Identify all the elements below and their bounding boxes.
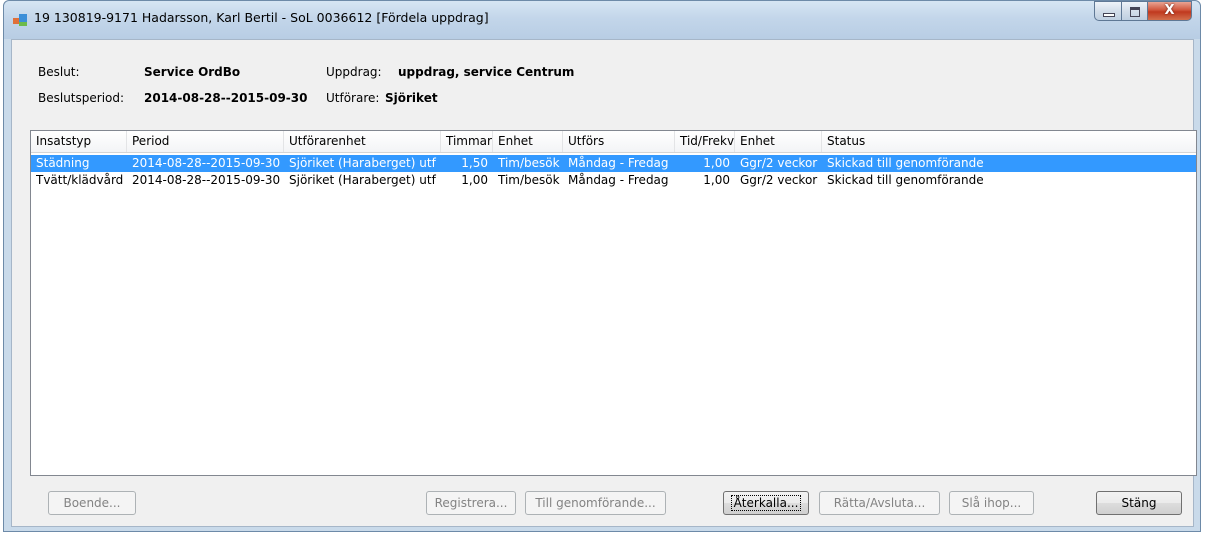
beslut-value: Service OrdBo [144,65,241,79]
uppdrag-label: Uppdrag: [326,65,382,79]
column-header-utforarenhet[interactable]: Utförarenhet [284,131,441,152]
uppdrag-value: uppdrag, service Centrum [398,65,575,79]
table-cell: Ggr/2 veckor [740,156,818,170]
utforare-label: Utförare: [326,91,380,105]
registrera-button[interactable]: Registrera... [426,491,516,515]
list-header: Insatstyp Period Utförarenhet Timmar Enh… [31,131,1196,153]
table-cell: Skickad till genomförande [827,173,984,187]
table-cell: 1,50 [461,156,488,170]
table-cell: 2014-08-28--2015-09-30 [132,173,281,187]
window-title: 19 130819-9171 Hadarsson, Karl Bertil - … [34,10,489,25]
table-cell: Tvätt/klädvård [36,173,124,187]
table-cell: Sjöriket (Haraberget) utf [289,156,436,170]
column-header-tid-frekv[interactable]: Tid/Frekv [675,131,735,152]
beslutsperiod-label: Beslutsperiod: [38,91,125,105]
table-row[interactable]: Städning 2014-08-28--2015-09-30 Sjöriket… [31,155,1196,172]
sla-ihop-button[interactable]: Slå ihop... [949,491,1034,515]
column-header-insatstyp[interactable]: Insatstyp [31,131,127,152]
column-header-enhet-2[interactable]: Enhet [735,131,822,152]
beslutsperiod-value: 2014-08-28--2015-09-30 [144,91,308,105]
boende-button[interactable]: Boende... [48,491,136,515]
table-cell: 2014-08-28--2015-09-30 [132,156,281,170]
assignment-list[interactable]: Insatstyp Period Utförarenhet Timmar Enh… [30,130,1197,476]
maximize-icon[interactable] [1121,1,1147,21]
table-cell: Skickad till genomförande [827,156,984,170]
app-icon[interactable] [13,14,27,26]
table-cell: Måndag - Fredag [568,156,669,170]
column-header-period[interactable]: Period [127,131,284,152]
table-cell: Tim/besök [498,156,560,170]
table-cell: Tim/besök [498,173,560,187]
column-header-enhet[interactable]: Enhet [493,131,563,152]
beslut-label: Beslut: [38,65,80,79]
table-cell: Måndag - Fredag [568,173,669,187]
table-cell: Städning [36,156,90,170]
table-cell: 1,00 [461,173,488,187]
caption-buttons: X [1094,1,1192,21]
till-genomforande-button[interactable]: Till genomförande... [525,491,666,515]
minimize-icon[interactable] [1094,1,1121,21]
close-icon[interactable]: X [1147,1,1192,21]
column-header-status[interactable]: Status [822,131,1196,152]
title-bar[interactable]: 19 130819-9171 Hadarsson, Karl Bertil - … [4,1,1200,39]
stang-button[interactable]: Stäng [1096,491,1182,515]
utforare-value: Sjöriket [385,91,438,105]
table-cell: 1,00 [703,156,730,170]
table-cell: 1,00 [703,173,730,187]
column-header-utfors[interactable]: Utförs [563,131,675,152]
aterkalla-button[interactable]: Återkalla... [723,491,809,515]
ratta-avsluta-button[interactable]: Rätta/Avsluta... [819,491,940,515]
table-cell: Sjöriket (Haraberget) utf [289,173,436,187]
column-header-timmar[interactable]: Timmar [441,131,493,152]
table-cell: Ggr/2 veckor [740,173,818,187]
table-row[interactable]: Tvätt/klädvård 2014-08-28--2015-09-30 Sj… [31,172,1196,189]
